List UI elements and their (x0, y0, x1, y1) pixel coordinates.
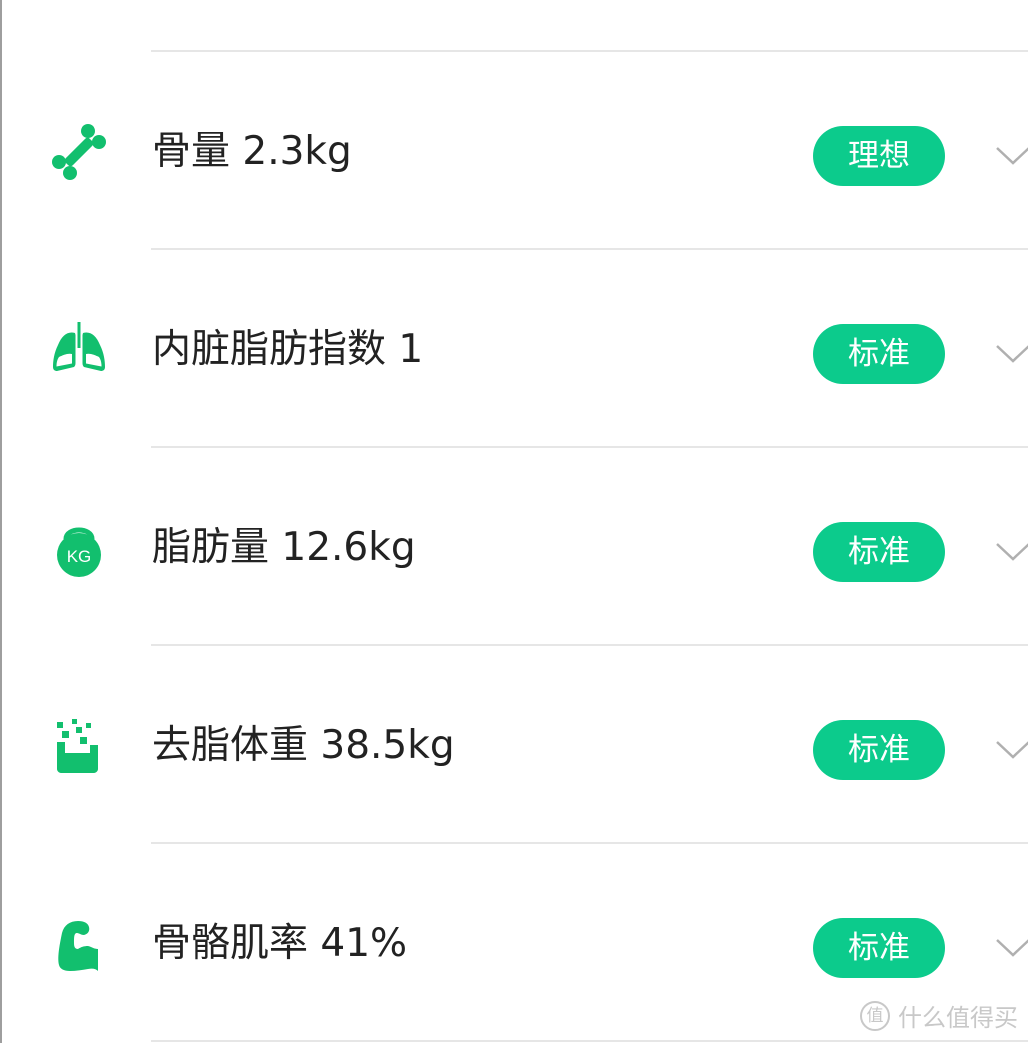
list-item-bone-mass[interactable]: 骨量 2.3kg 理想 (0, 54, 1028, 250)
metric-label: 骨量 2.3kg (152, 129, 352, 174)
metric-label: 脂肪量 12.6kg (152, 525, 416, 570)
metric-label: 内脏脂肪指数 1 (152, 327, 424, 372)
watermark-text: 什么值得买 (898, 1004, 1018, 1032)
divider (151, 842, 1028, 844)
status-badge: 标准 (813, 918, 945, 978)
divider (151, 446, 1028, 448)
metric-label: 去脂体重 38.5kg (152, 723, 455, 768)
divider (151, 248, 1028, 250)
list-item-visceral-fat[interactable]: 内脏脂肪指数 1 标准 (0, 252, 1028, 448)
chevron-down-icon[interactable] (994, 538, 1028, 566)
svg-text:KG: KG (67, 547, 92, 566)
metric-label: 骨骼肌率 41% (152, 921, 408, 966)
list-item-fat-mass[interactable]: KG 脂肪量 12.6kg 标准 (0, 450, 1028, 646)
lungs-icon (48, 319, 110, 381)
chevron-down-icon[interactable] (994, 934, 1028, 962)
watermark-logo-icon: 值 (860, 1000, 890, 1031)
chevron-down-icon[interactable] (994, 340, 1028, 368)
watermark: 值 什么值得买 (860, 998, 1018, 1033)
status-badge: 标准 (813, 324, 945, 384)
muscle-arm-icon (48, 913, 110, 975)
kettlebell-kg-icon: KG (48, 517, 110, 579)
status-badge: 标准 (813, 720, 945, 780)
status-badge: 理想 (813, 126, 945, 186)
divider (151, 50, 1028, 52)
divider (151, 644, 1028, 646)
chevron-down-icon[interactable] (994, 736, 1028, 764)
status-badge: 标准 (813, 522, 945, 582)
list-item-fat-free-mass[interactable]: 去脂体重 38.5kg 标准 (0, 648, 1028, 844)
divider (151, 1040, 1028, 1042)
bone-icon (48, 121, 110, 183)
chevron-down-icon[interactable] (994, 142, 1028, 170)
fat-free-mass-icon (48, 715, 110, 777)
